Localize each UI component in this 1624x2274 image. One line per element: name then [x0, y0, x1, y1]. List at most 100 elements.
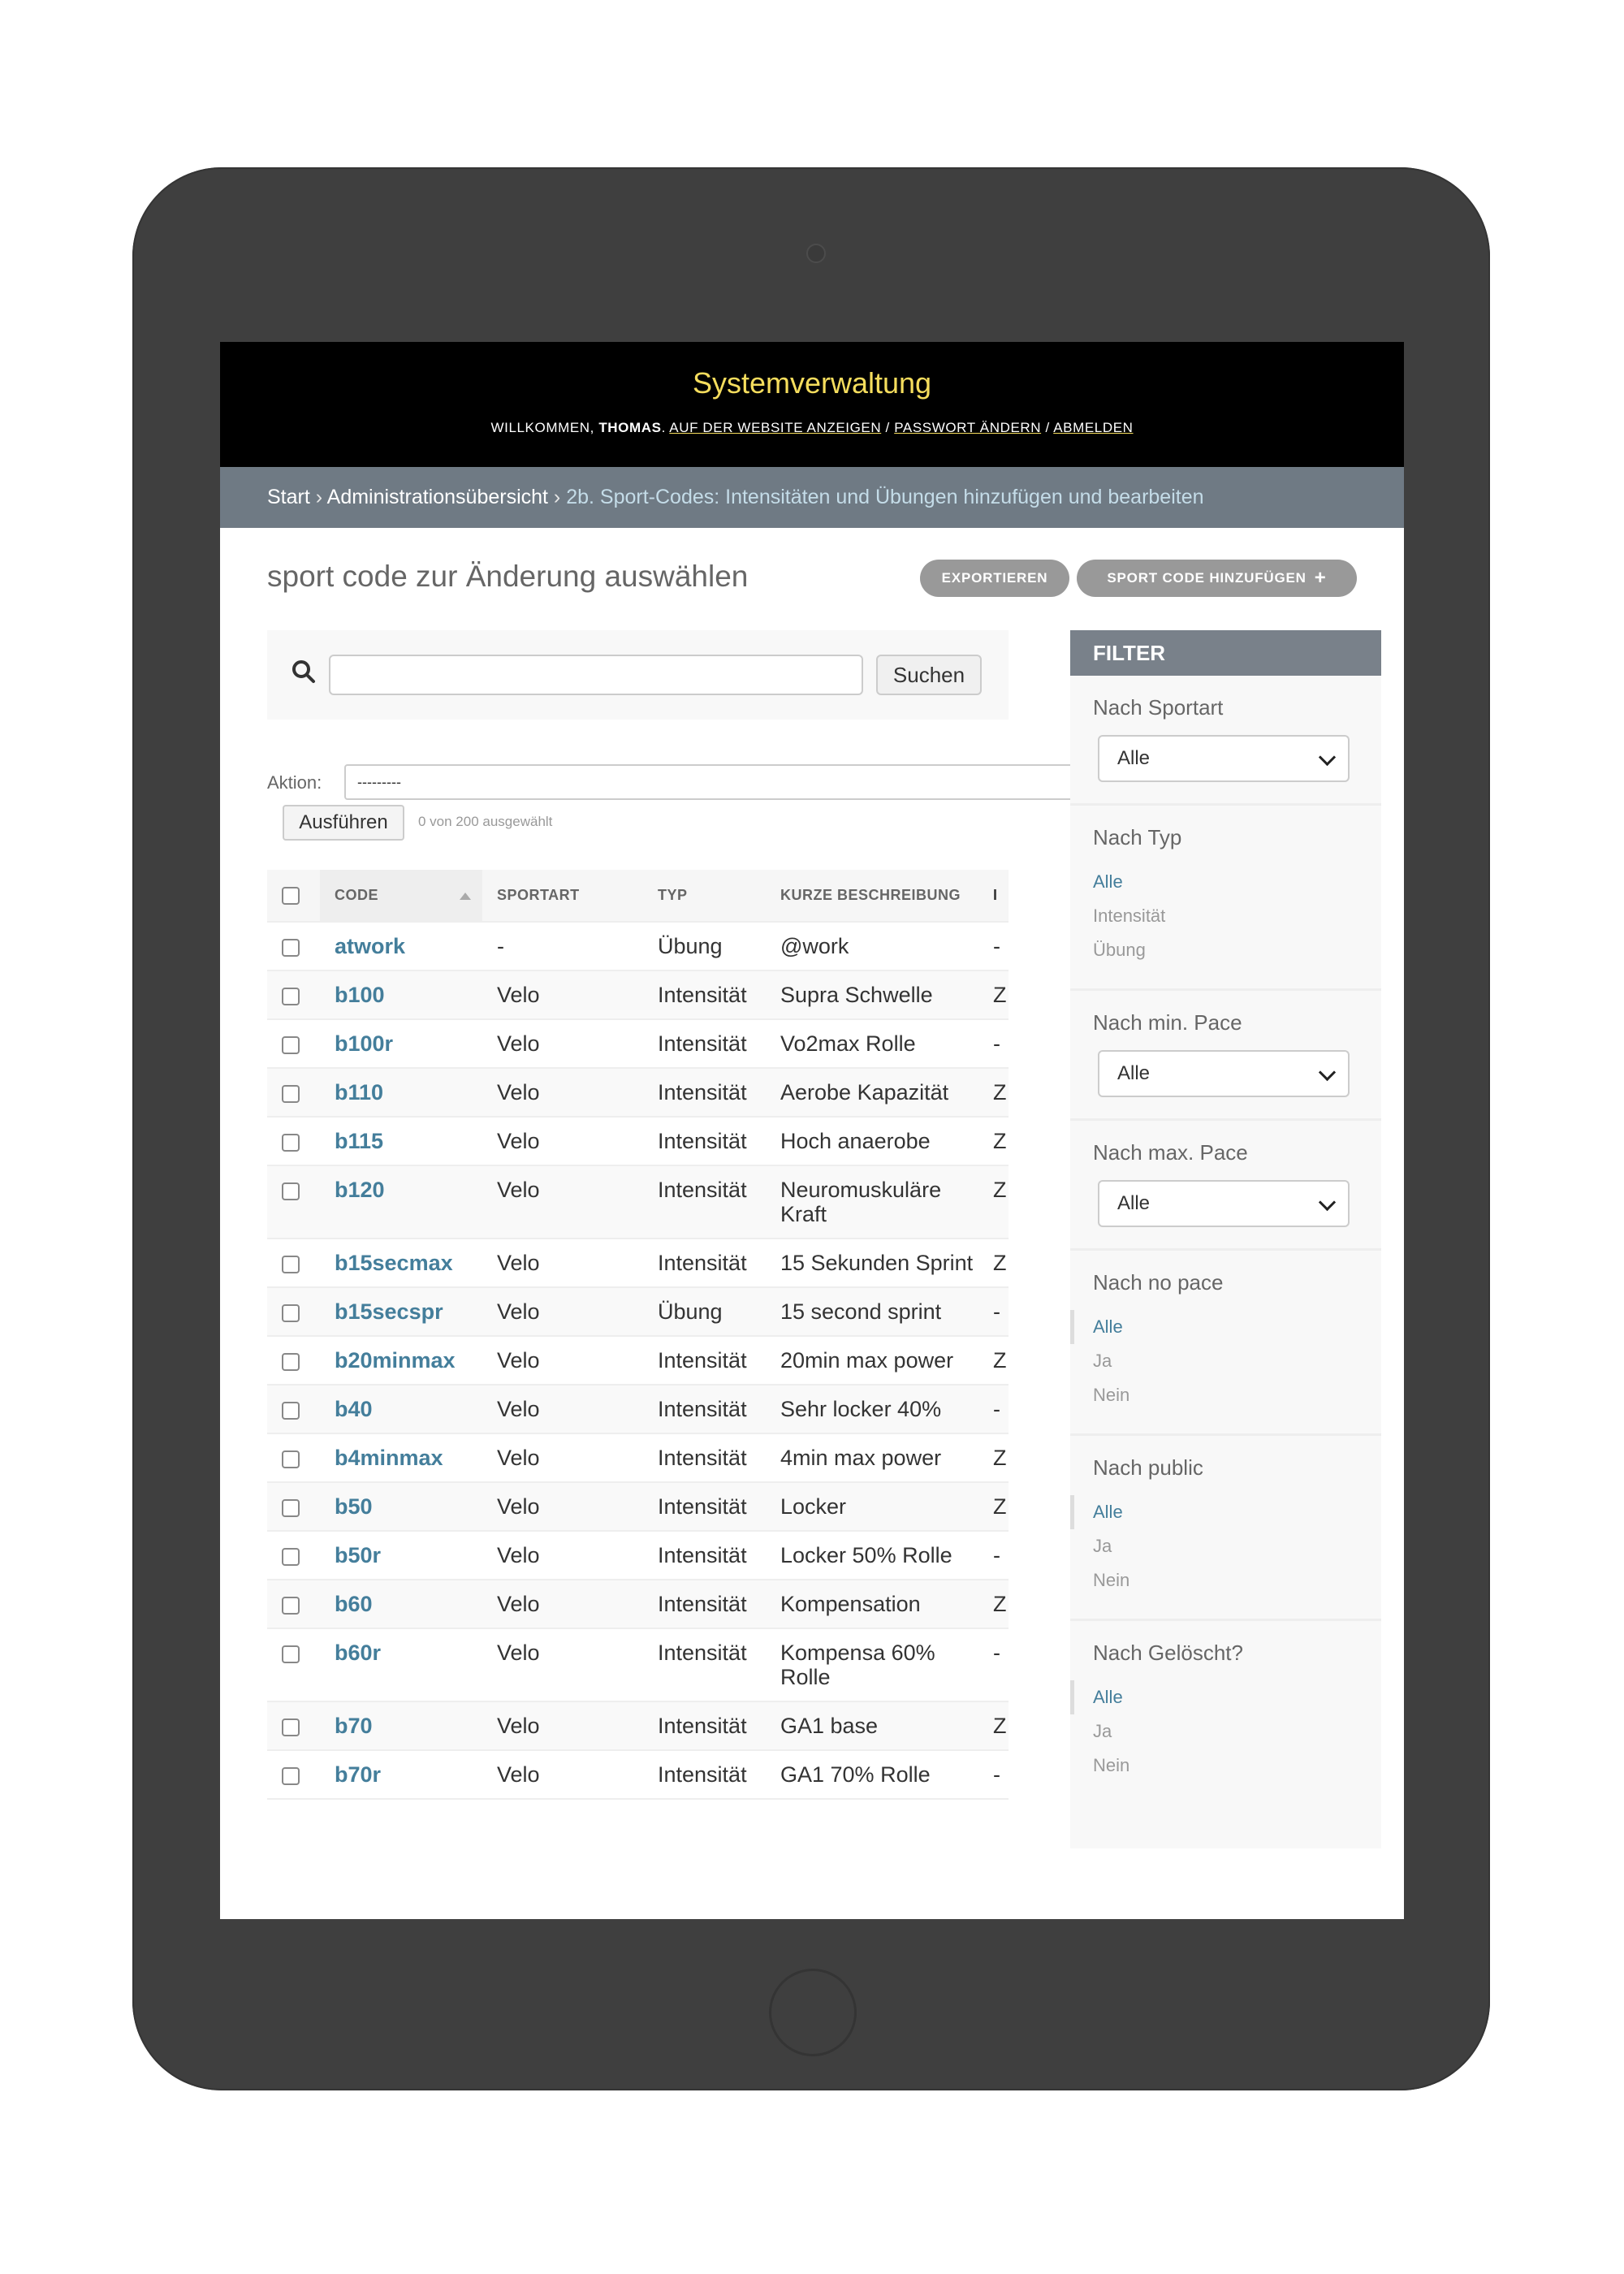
table-row[interactable]: b70r Velo Intensität GA1 70% Rolle - [267, 1750, 1009, 1800]
row-checkbox[interactable] [282, 1766, 300, 1785]
filter-option[interactable]: Nein [1093, 1378, 1358, 1412]
cell-beschreibung: Hoch anaerobe [766, 1117, 990, 1166]
table-row[interactable]: b120 Velo Intensität Neuromuskuläre Kraft Z [267, 1165, 1009, 1239]
cell-truncated: Z [990, 1239, 1009, 1288]
filter-option[interactable]: Nein [1093, 1563, 1358, 1597]
filter-option[interactable]: Ja [1093, 1529, 1358, 1563]
cell-code[interactable]: b15secspr [320, 1287, 482, 1337]
table-row[interactable]: atwork - Übung @work - [267, 922, 1009, 971]
table-row[interactable]: b60 Velo Intensität Kompensation Z [267, 1580, 1009, 1629]
row-checkbox[interactable] [282, 1401, 300, 1420]
cell-code[interactable]: b100r [320, 1019, 482, 1069]
table-row[interactable]: b70 Velo Intensität GA1 base Z [267, 1701, 1009, 1751]
column-header-sportart[interactable]: SPORTART [482, 870, 643, 923]
min-pace-select[interactable]: Alle [1098, 1050, 1350, 1097]
search-input[interactable] [329, 655, 863, 695]
table-row[interactable]: b100r Velo Intensität Vo2max Rolle - [267, 1019, 1009, 1069]
filter-option[interactable]: Übung [1093, 933, 1358, 967]
table-row[interactable]: b15secmax Velo Intensität 15 Sekunden Sprin… [267, 1239, 1009, 1288]
cell-sportart: Velo [482, 1287, 643, 1337]
select-all-checkbox[interactable] [282, 886, 300, 905]
max-pace-select[interactable]: Alle [1098, 1180, 1350, 1227]
cell-code[interactable]: b15secmax [320, 1239, 482, 1288]
cell-code[interactable]: atwork [320, 922, 482, 971]
export-button[interactable]: EXPORTIEREN [920, 560, 1069, 597]
row-checkbox[interactable] [282, 938, 300, 957]
cell-truncated: Z [990, 1068, 1009, 1118]
filter-option[interactable]: Alle [1093, 865, 1358, 899]
table-row[interactable]: b110 Velo Intensität Aerobe Kapazität Z [267, 1068, 1009, 1118]
separator: / [881, 420, 895, 435]
site-name: Systemverwaltung [692, 366, 932, 400]
cell-code[interactable]: b50 [320, 1482, 482, 1532]
filter-option[interactable]: Alle [1070, 1680, 1358, 1714]
select-all-cell [267, 870, 320, 923]
row-checkbox[interactable] [282, 1255, 300, 1273]
cell-code[interactable]: b110 [320, 1068, 482, 1118]
search-button[interactable]: Suchen [876, 655, 982, 695]
view-site-link[interactable]: AUF DER WEBSITE ANZEIGEN [669, 420, 881, 435]
filter-title: Nach public [1093, 1455, 1203, 1480]
filter-option[interactable]: Ja [1093, 1714, 1358, 1749]
add-sport-code-button[interactable]: SPORT CODE HINZUFÜGEN + [1077, 560, 1357, 597]
row-checkbox[interactable] [282, 1645, 300, 1663]
column-header-beschreibung[interactable]: KURZE BESCHREIBUNG [766, 870, 990, 923]
cell-code[interactable]: b70r [320, 1750, 482, 1800]
column-header-code[interactable]: CODE [320, 870, 482, 923]
cell-typ: Intensität [643, 1239, 766, 1288]
chevron-down-icon [1318, 748, 1337, 767]
cell-code[interactable]: b50r [320, 1531, 482, 1580]
cell-code[interactable]: b120 [320, 1165, 482, 1239]
logout-link[interactable]: ABMELDEN [1053, 420, 1133, 435]
breadcrumb-home[interactable]: Start [267, 486, 310, 508]
column-header-typ[interactable]: TYP [643, 870, 766, 923]
filter-option[interactable]: Nein [1093, 1749, 1358, 1783]
cell-typ: Intensität [643, 1019, 766, 1069]
table-row[interactable]: b40 Velo Intensität Sehr locker 40% - [267, 1385, 1009, 1434]
row-checkbox[interactable] [282, 987, 300, 1005]
breadcrumb-app[interactable]: Administrationsübersicht [327, 486, 548, 508]
cell-code[interactable]: b40 [320, 1385, 482, 1434]
table-row[interactable]: b20minmax Velo Intensität 20min max power Z [267, 1336, 1009, 1386]
table-row[interactable]: b50r Velo Intensität Locker 50% Rolle - [267, 1531, 1009, 1580]
cell-code[interactable]: b60r [320, 1628, 482, 1702]
action-select[interactable]: --------- [344, 764, 1156, 800]
table-row[interactable]: b100 Velo Intensität Supra Schwelle Z [267, 971, 1009, 1020]
row-checkbox[interactable] [282, 1718, 300, 1736]
row-checkbox[interactable] [282, 1596, 300, 1615]
cell-code[interactable]: b70 [320, 1701, 482, 1751]
cell-code[interactable]: b4minmax [320, 1433, 482, 1483]
filter-option[interactable]: Ja [1093, 1344, 1358, 1378]
cell-code[interactable]: b60 [320, 1580, 482, 1629]
filter-option[interactable]: Intensität [1093, 899, 1358, 933]
cell-code[interactable]: b100 [320, 971, 482, 1020]
row-checkbox[interactable] [282, 1352, 300, 1371]
row-checkbox[interactable] [282, 1450, 300, 1468]
sort-ascending-icon[interactable] [460, 893, 471, 900]
cell-beschreibung: 20min max power [766, 1336, 990, 1386]
table-row[interactable]: b115 Velo Intensität Hoch anaerobe Z [267, 1117, 1009, 1166]
table-row[interactable]: b4minmax Velo Intensität 4min max power Z [267, 1433, 1009, 1483]
row-checkbox[interactable] [282, 1547, 300, 1566]
home-button[interactable] [769, 1969, 857, 2056]
filter-title: Nach Typ [1093, 825, 1182, 850]
cell-typ: Intensität [643, 1701, 766, 1751]
table-row[interactable]: b15secspr Velo Übung 15 second sprint - [267, 1287, 1009, 1337]
table-row[interactable]: b50 Velo Intensität Locker Z [267, 1482, 1009, 1532]
column-header-truncated[interactable]: I [990, 870, 1009, 923]
row-checkbox[interactable] [282, 1035, 300, 1054]
change-password-link[interactable]: PASSWORT ÄNDERN [894, 420, 1041, 435]
camera-icon [806, 244, 826, 263]
row-checkbox[interactable] [282, 1133, 300, 1152]
cell-code[interactable]: b115 [320, 1117, 482, 1166]
row-checkbox[interactable] [282, 1303, 300, 1322]
filter-option[interactable]: Alle [1070, 1495, 1358, 1529]
table-row[interactable]: b60r Velo Intensität Kompensa 60% Rolle - [267, 1628, 1009, 1702]
filter-option[interactable]: Alle [1070, 1310, 1358, 1344]
row-checkbox[interactable] [282, 1498, 300, 1517]
row-checkbox[interactable] [282, 1182, 300, 1200]
run-action-button[interactable]: Ausführen [283, 805, 404, 841]
cell-code[interactable]: b20minmax [320, 1336, 482, 1386]
sportart-select[interactable]: Alle [1098, 735, 1350, 782]
row-checkbox[interactable] [282, 1084, 300, 1103]
